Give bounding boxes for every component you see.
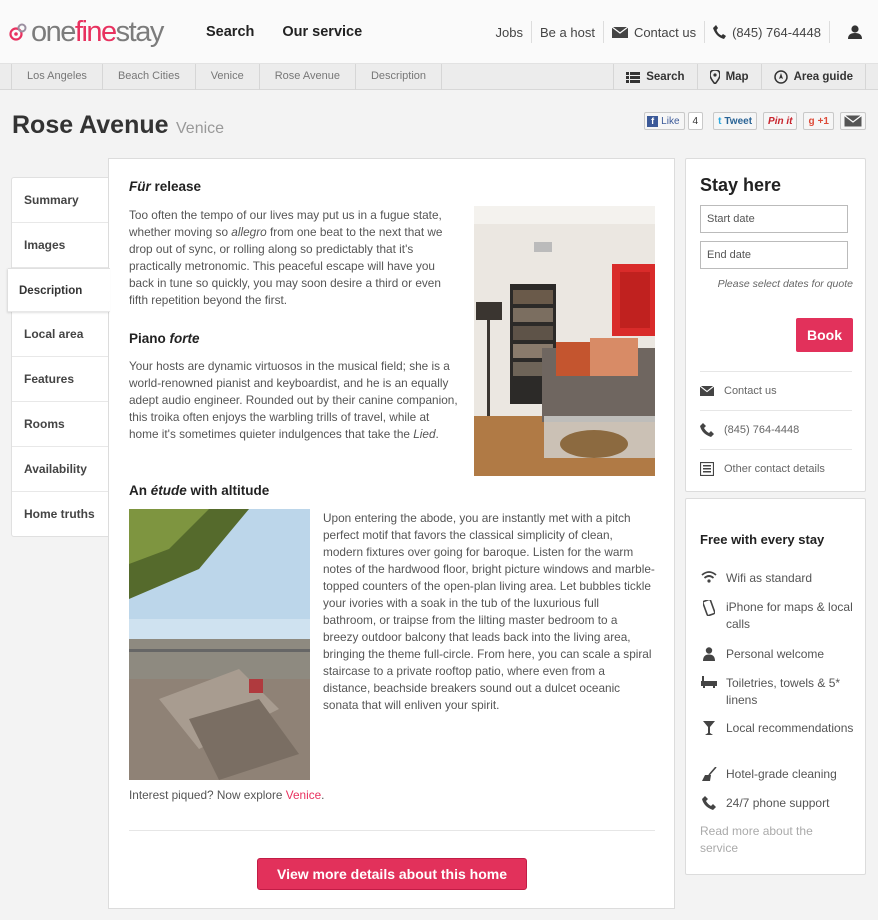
divider [129, 830, 655, 831]
tab-rooms[interactable]: Rooms [12, 402, 109, 447]
facebook-icon: f [647, 115, 659, 127]
pinterest-button[interactable]: Pin it [763, 112, 798, 130]
section-heading-piano-forte: Piano forte [129, 331, 200, 346]
view-more-details-button[interactable]: View more details about this home [257, 858, 527, 890]
wifi-icon [700, 570, 718, 587]
tweet-button[interactable]: t Tweet [713, 112, 758, 130]
person-icon [700, 646, 718, 663]
phone-icon [713, 25, 727, 39]
contact-us-link[interactable]: Contact us [602, 21, 704, 43]
breadcrumb-rose-avenue[interactable]: Rose Avenue [260, 64, 356, 90]
utility-nav: Jobs Be a host Contact us (845) 764-4448 [488, 20, 862, 44]
list-icon [626, 71, 641, 83]
jobs-link[interactable]: Jobs [488, 21, 531, 43]
contact-us-row[interactable]: Contact us [700, 371, 852, 410]
breadcrumb-los-angeles[interactable]: Los Angeles [12, 64, 103, 90]
section-text-etude: Upon entering the abode, you are instant… [323, 511, 655, 712]
phone-link[interactable]: (845) 764-4448 [704, 21, 829, 43]
breadcrumb-description[interactable]: Description [356, 64, 443, 90]
phone-icon [700, 599, 718, 633]
free-item: iPhone for maps & local calls [700, 599, 860, 633]
map-pin-icon [709, 70, 720, 84]
read-more-service-link[interactable]: Read more about the service [700, 823, 830, 857]
living-room-photo [474, 206, 655, 476]
quote-note: Please select dates for quote [717, 278, 853, 290]
email-share-button[interactable] [840, 112, 866, 130]
tab-availability[interactable]: Availability [12, 447, 109, 492]
start-date-field[interactable]: Start date [700, 205, 848, 233]
broom-icon [700, 766, 718, 783]
top-header: onefinestay Search Our service Jobs Be a… [0, 0, 878, 64]
map-tool[interactable]: Map [698, 64, 762, 90]
area-guide-tool[interactable]: Area guide [762, 64, 866, 90]
account-button[interactable] [829, 21, 862, 43]
bath-icon [700, 675, 718, 709]
explore-line: Interest piqued? Now explore Venice. [129, 788, 325, 802]
free-item: Local recommendations [700, 720, 860, 737]
section-text-fur-release: Too often the tempo of our lives may put… [129, 208, 443, 307]
section-heading-fur-release: Für release [129, 179, 202, 194]
book-button[interactable]: Book [796, 318, 853, 352]
venice-link[interactable]: Venice [286, 788, 321, 802]
description-panel: Für release Too often the tempo of our l… [108, 158, 675, 909]
phone-row[interactable]: (845) 764-4448 [700, 410, 852, 449]
section-tabs: Summary Images Description Local area Fe… [8, 177, 110, 538]
end-date-field[interactable]: End date [700, 241, 848, 269]
tab-summary[interactable]: Summary [12, 178, 109, 223]
page-title: Rose Avenue [12, 111, 169, 139]
section-text-piano-forte: Your hosts are dynamic virtuosos in the … [129, 359, 458, 441]
like-count: 4 [687, 112, 704, 130]
nav-search[interactable]: Search [206, 24, 254, 40]
onefinestay-logo[interactable]: onefinestay [8, 14, 164, 50]
free-item: Hotel-grade cleaning [700, 766, 860, 783]
nav-our-service[interactable]: Our service [282, 24, 362, 40]
breadcrumb-venice[interactable]: Venice [196, 64, 260, 90]
logo-mark-icon [9, 23, 27, 41]
other-contact-row[interactable]: Other contact details [700, 449, 852, 488]
breadcrumb-bar: Los Angeles Beach Cities Venice Rose Ave… [0, 64, 878, 90]
tab-local-area[interactable]: Local area [12, 312, 109, 358]
tab-home-truths[interactable]: Home truths [12, 492, 109, 537]
envelope-icon [700, 386, 714, 396]
free-title: Free with every stay [700, 532, 825, 547]
breadcrumb: Los Angeles Beach Cities Venice Rose Ave… [11, 64, 443, 90]
handset-icon [700, 795, 718, 812]
tab-images[interactable]: Images [12, 223, 109, 268]
rooftop-patio-photo [129, 509, 310, 780]
tab-features[interactable]: Features [12, 357, 109, 402]
main-nav: Search Our service [206, 24, 362, 40]
section-heading-etude: An étude with altitude [129, 483, 270, 498]
cocktail-icon [700, 720, 718, 737]
search-tool[interactable]: Search [614, 64, 698, 90]
free-item: Wifi as standard [700, 570, 860, 587]
envelope-icon [611, 26, 628, 38]
be-a-host-link[interactable]: Be a host [531, 21, 603, 43]
page-subtitle: Venice [176, 120, 225, 137]
google-plus-button[interactable]: g +1 [803, 112, 834, 130]
facebook-like-button[interactable]: f Like [644, 112, 685, 130]
breadcrumb-beach-cities[interactable]: Beach Cities [103, 64, 196, 90]
booking-panel: Stay here Start date End date Please sel… [685, 158, 866, 492]
envelope-icon [844, 115, 862, 127]
compass-icon [773, 70, 788, 84]
booking-title: Stay here [700, 175, 782, 195]
google-plus-icon: g [808, 115, 815, 127]
view-tools: Search Map Area guide [613, 64, 866, 90]
free-item: Personal welcome [700, 646, 860, 663]
handset-icon [700, 423, 714, 437]
free-item: 24/7 phone support [700, 795, 860, 812]
twitter-icon: t [718, 115, 722, 127]
free-item: Toiletries, towels & 5* linens [700, 675, 860, 709]
tab-description[interactable]: Description [8, 267, 110, 313]
share-bar: f Like 4 t Tweet Pin it g +1 [644, 112, 866, 130]
document-icon [700, 462, 714, 476]
user-icon [848, 25, 862, 39]
free-with-stay-panel: Free with every stay Wifi as standard iP… [685, 498, 866, 875]
